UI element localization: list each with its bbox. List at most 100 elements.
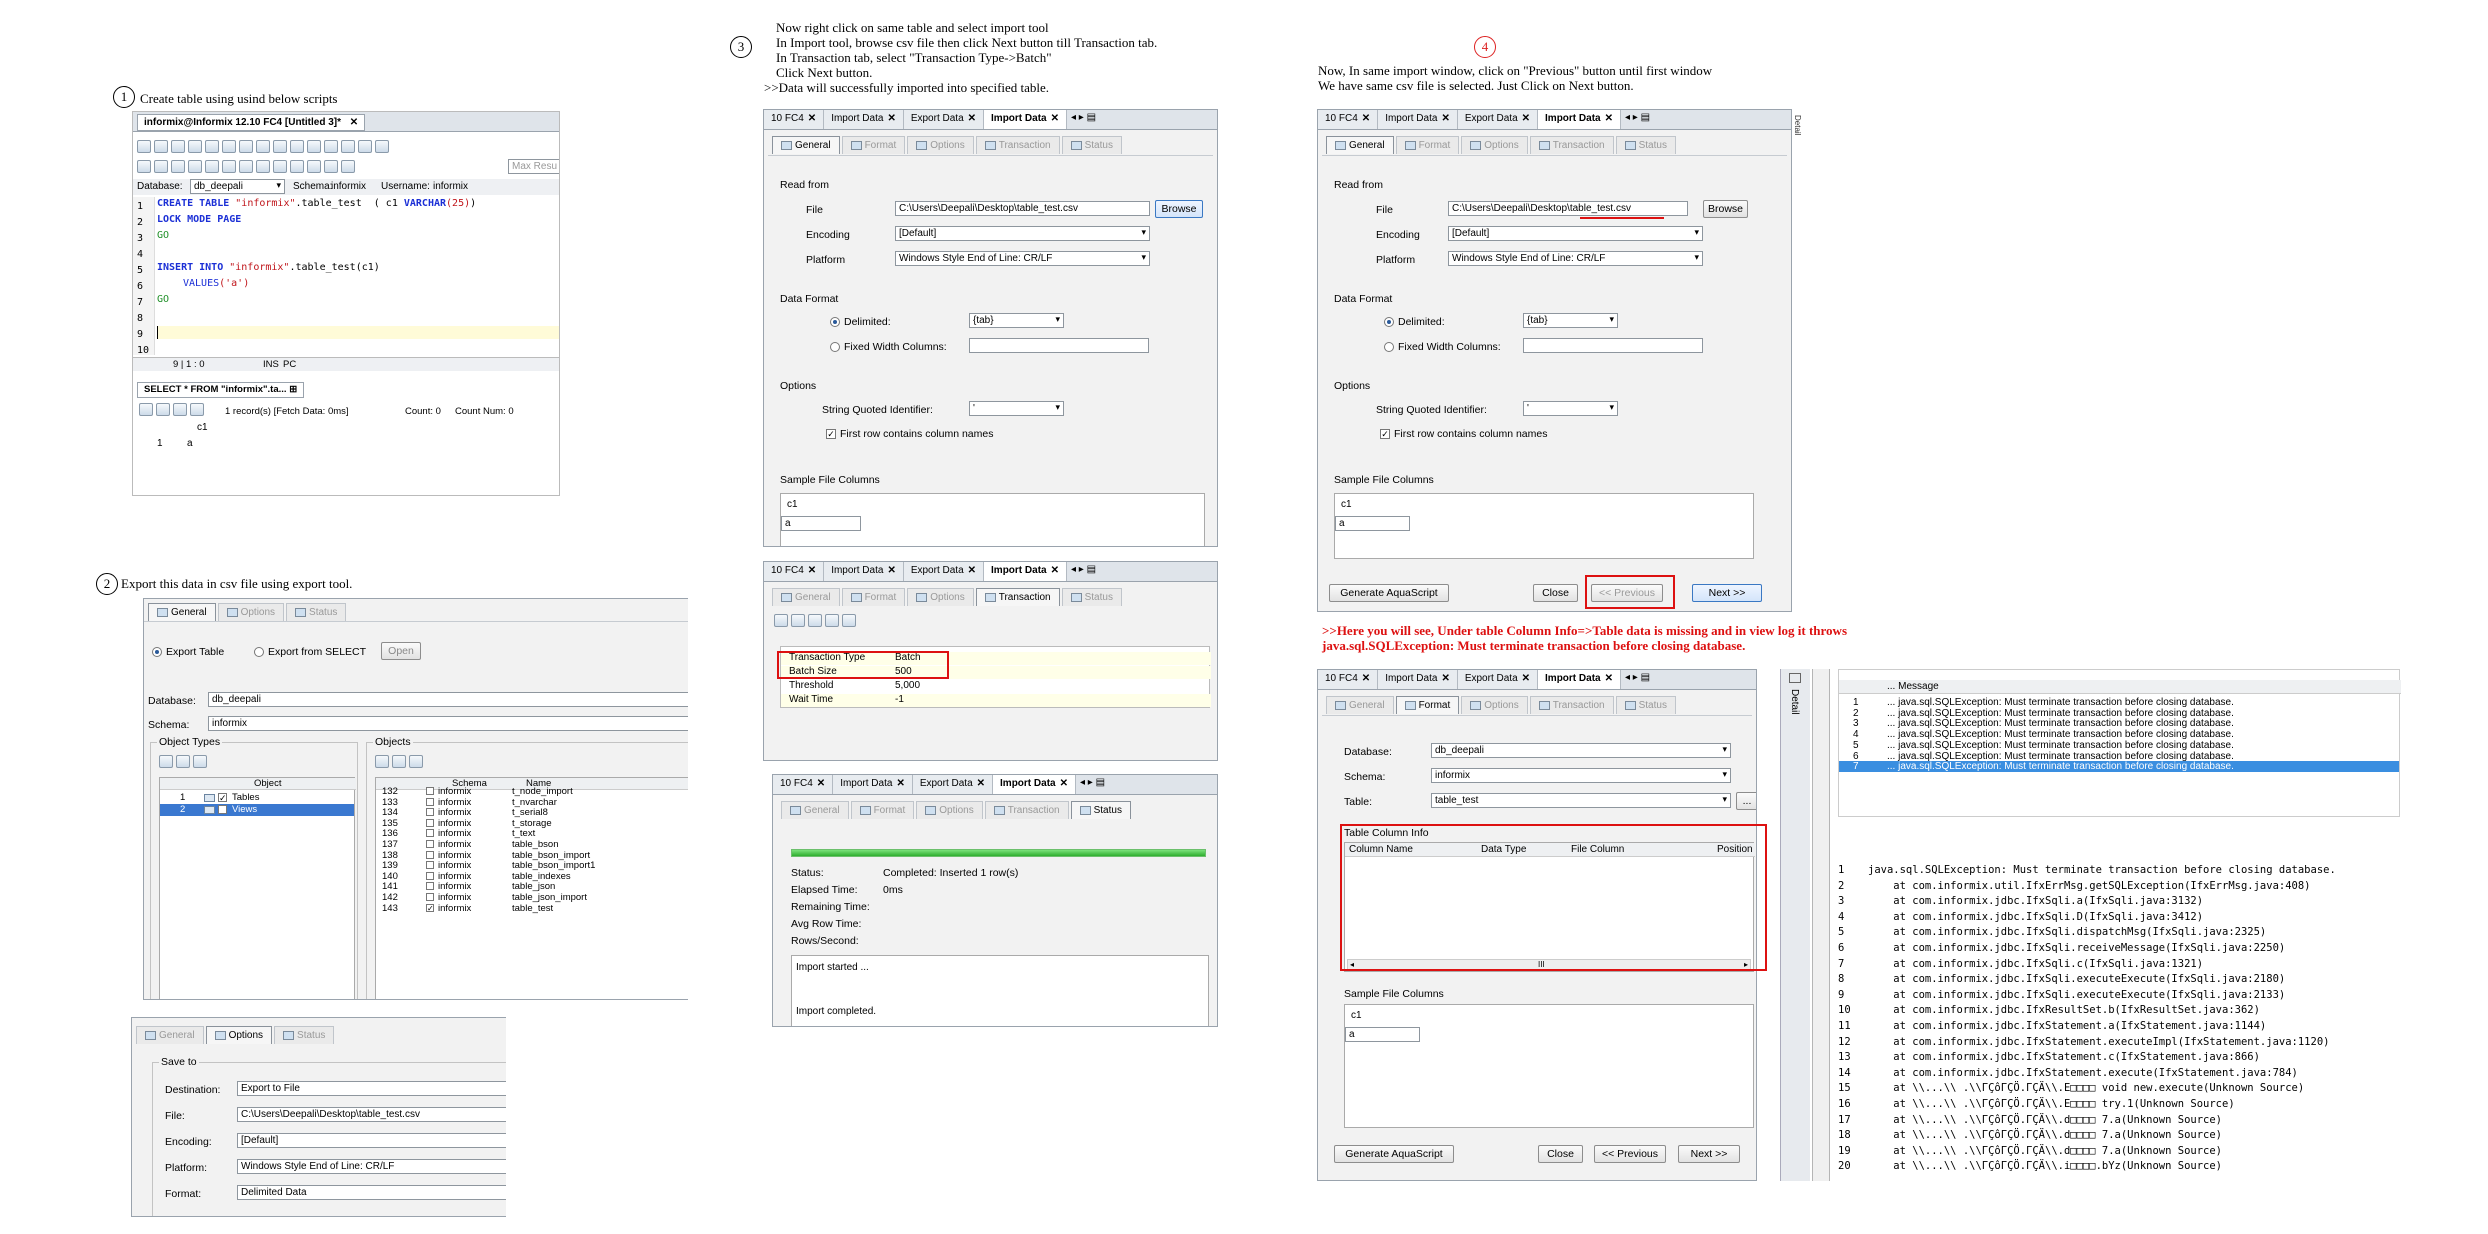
splitter-bar[interactable] [1812,669,1830,1181]
message-row[interactable]: 6 ... java.sql.SQLException: Must termina… [1839,751,2399,762]
message-row[interactable]: 2 ... java.sql.SQLException: Must termina… [1839,708,2399,719]
object-row[interactable]: 137 informix table_bson [376,839,688,850]
tab-status[interactable]: Status [1061,588,1122,606]
print-icon[interactable] [205,140,219,153]
editor-tab-export[interactable]: Export Data ✕ [1457,110,1539,129]
tab-general[interactable]: General [781,801,849,819]
encoding-field[interactable]: [Default] [237,1133,506,1148]
message-row[interactable]: 1 ... java.sql.SQLException: Must termina… [1839,697,2399,708]
first-row-checkbox[interactable]: ✓ [826,429,836,439]
export-results-icon[interactable] [173,403,187,416]
grid-icon[interactable] [290,160,304,173]
execute-current-icon[interactable] [154,160,168,173]
tab-options[interactable]: Options [1461,696,1528,714]
close-icon[interactable]: ✕ [968,565,976,581]
editor-tab-fc4[interactable]: 10 FC4 ✕ [764,110,825,129]
close-icon[interactable]: ✕ [1060,778,1068,794]
select-all-icon[interactable] [159,755,173,768]
quoted-identifier-select[interactable]: ' [1523,401,1618,416]
close-button[interactable]: Close [1533,584,1578,602]
code-area[interactable]: CREATE TABLE "informix".table_test ( c1 … [157,199,559,355]
object-row[interactable]: 136 informix t_text [376,828,688,839]
paste-icon[interactable] [256,140,270,153]
expand-icon[interactable] [808,614,822,627]
editor-tab-import[interactable]: Import Data ✕ [824,562,904,581]
tab-options[interactable]: Options [916,801,983,819]
fixed-width-field[interactable] [1523,338,1703,353]
fixed-width-radio[interactable] [1384,342,1394,352]
object-checkbox[interactable] [426,871,434,880]
object-row[interactable]: 142 informix table_json_import [376,892,688,903]
object-type-checkbox[interactable] [218,805,227,814]
deselect-icon[interactable] [176,755,190,768]
tab-transaction[interactable]: Transaction [1529,696,1614,714]
close-icon[interactable]: ✕ [1051,113,1059,129]
close-icon[interactable]: ✕ [1441,673,1449,689]
close-icon[interactable]: ✕ [887,113,895,129]
stop-icon[interactable] [205,160,219,173]
object-checkbox[interactable] [426,850,434,859]
find-icon[interactable] [307,140,321,153]
tab-transaction[interactable]: Transaction [975,136,1060,154]
editor-tab-import-active[interactable]: Import Data ✕ [1538,110,1621,129]
grid-cell[interactable]: a [187,438,193,449]
first-row-checkbox[interactable]: ✓ [1380,429,1390,439]
tab-options[interactable]: Options [907,588,974,606]
message-column-header[interactable]: ... Message [1887,681,1939,692]
wait-time-row[interactable]: Wait Time -1 [781,694,1211,707]
tab-options[interactable]: Options [907,136,974,154]
editor-tab-fc4[interactable]: 10 FC4 ✕ [1318,670,1379,689]
delimiter-select[interactable]: {tab} [969,313,1064,328]
close-icon[interactable]: ✕ [1441,113,1449,129]
database-select[interactable]: db_deepali [1431,743,1731,758]
open-folder-icon[interactable] [154,140,168,153]
editor-tab-import-active[interactable]: Import Data ✕ [993,775,1076,794]
table-select[interactable]: table_test [1431,793,1731,808]
tab-general[interactable]: General [772,588,840,606]
copy-icon[interactable] [239,140,253,153]
tab-status[interactable]: Status [1615,136,1676,154]
undo-icon[interactable] [273,140,287,153]
sample-value[interactable]: a [781,516,861,531]
object-type-checkbox[interactable]: ✓ [218,793,227,803]
file-path-field[interactable]: C:\Users\Deepali\Desktop\table_test.csv [895,201,1150,216]
tab-status[interactable]: Status [1615,696,1676,714]
object-checkbox[interactable] [426,808,434,817]
close-icon[interactable]: ✕ [350,117,358,128]
tab-general[interactable]: General [772,136,840,154]
object-type-row[interactable]: 1 ✓ Tables [160,792,354,804]
export-select-radio[interactable] [254,647,264,657]
tab-format[interactable]: Format [841,588,906,606]
redo-icon[interactable] [290,140,304,153]
editor-tab-import[interactable]: Import Data ✕ [1378,670,1458,689]
panel-menu-icon[interactable] [1789,673,1801,683]
tab-status[interactable]: Status [286,603,347,621]
object-type-row[interactable]: 2 Views [160,804,354,816]
next-button[interactable]: Next >> [1692,584,1762,602]
browse-button[interactable]: Browse [1155,200,1203,218]
editor-tab[interactable]: informix@Informix 12.10 FC4 [Untitled 3]… [137,114,366,131]
object-row[interactable]: 132 informix t_node_import [376,786,688,797]
close-icon[interactable]: ✕ [1605,673,1613,689]
tab-format[interactable]: Format [841,136,906,154]
editor-tab-fc4[interactable]: 10 FC4 ✕ [764,562,825,581]
editor-tab-export[interactable]: Export Data ✕ [1457,670,1539,689]
execute-icon[interactable] [137,160,151,173]
tab-status[interactable]: Status [1070,801,1131,819]
tab-transaction[interactable]: Transaction [975,588,1060,606]
table-ellipsis-button[interactable]: ... [1736,792,1756,810]
tab-general[interactable]: General [1326,696,1394,714]
export-icon[interactable] [324,160,338,173]
object-checkbox[interactable] [426,861,434,870]
close-button[interactable]: Close [1538,1145,1583,1163]
delimiter-select[interactable]: {tab} [1523,313,1618,328]
object-checkbox[interactable] [426,829,434,838]
editor-tab-export[interactable]: Export Data ✕ [912,775,994,794]
message-row[interactable]: 3 ... java.sql.SQLException: Must termina… [1839,718,2399,729]
pin-icon[interactable]: ⊞ [289,384,297,395]
close-icon[interactable]: ✕ [896,778,904,794]
rollback-icon[interactable] [239,160,253,173]
tab-format[interactable]: Format [1395,696,1460,714]
tab-format[interactable]: Format [850,801,915,819]
message-row[interactable]: 4 ... java.sql.SQLException: Must termina… [1839,729,2399,740]
